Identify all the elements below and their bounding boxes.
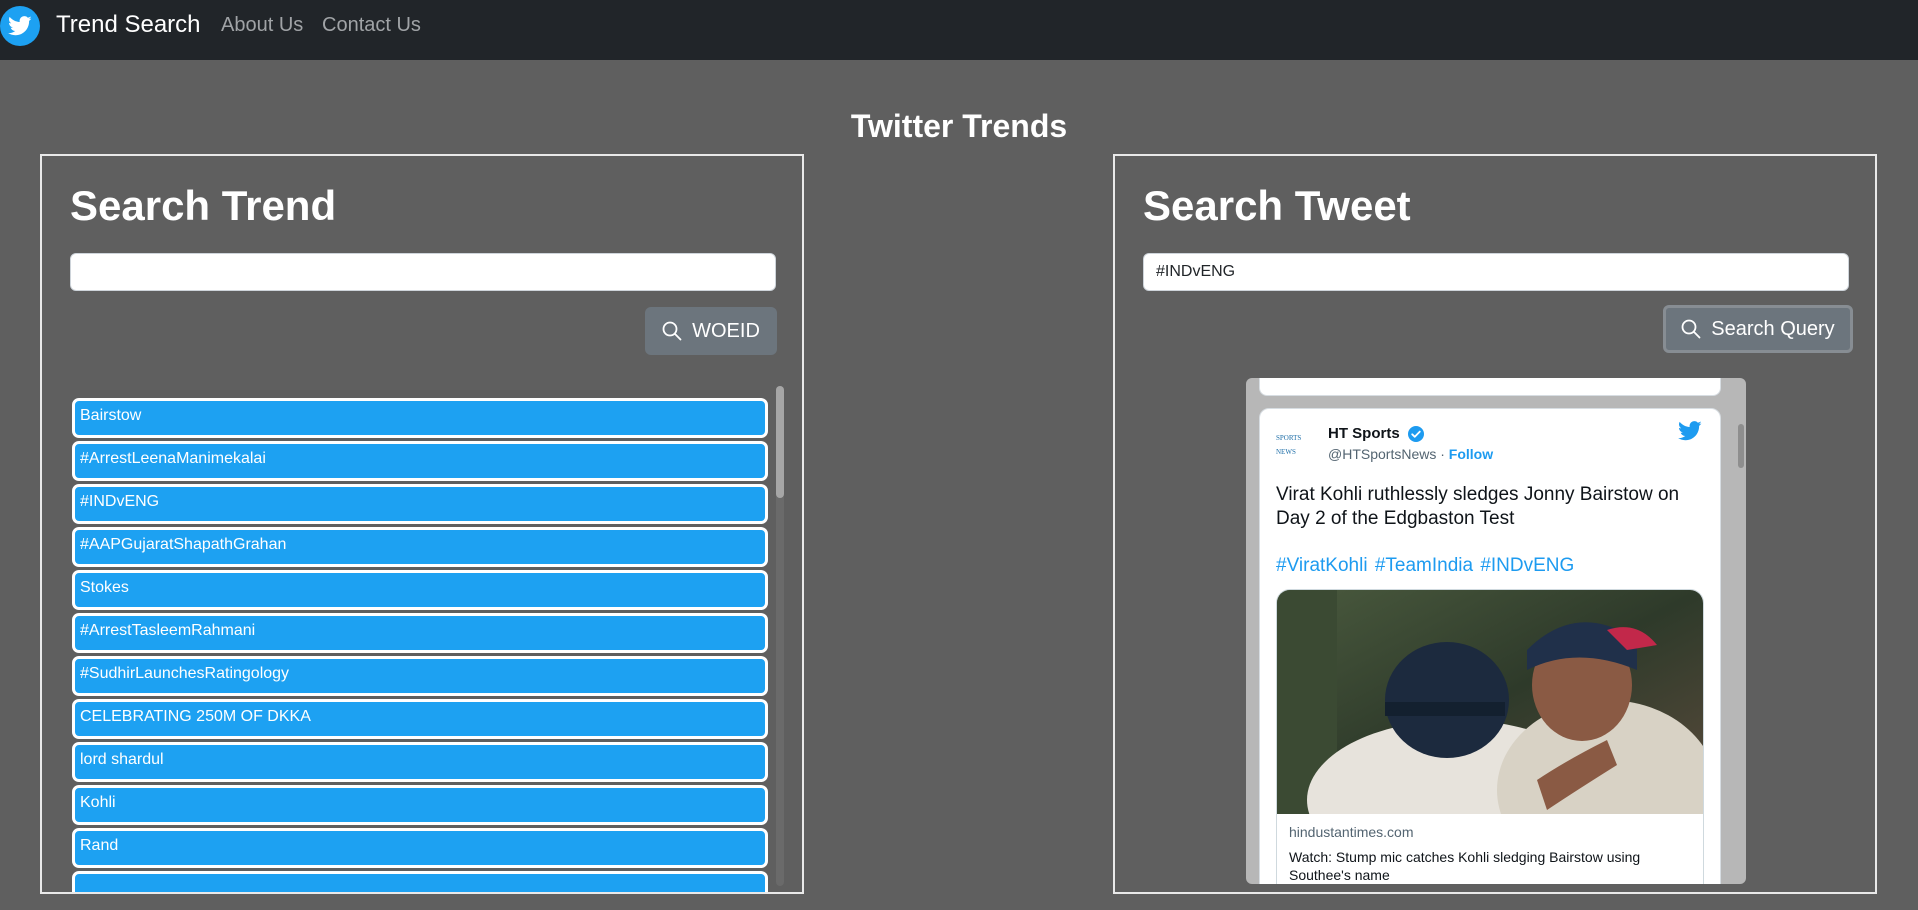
link-domain: hindustantimes.com [1289, 824, 1414, 840]
tweet-text: Virat Kohli ruthlessly sledges Jonny Bai… [1276, 484, 1680, 529]
trend-item[interactable]: Stokes [72, 570, 768, 610]
trend-item[interactable]: #ArrestTasleemRahmani [72, 613, 768, 653]
woeid-button-label: WOEID [692, 319, 760, 342]
author-handle-row: @HTSportsNews · Follow [1328, 446, 1493, 462]
trend-item[interactable]: #SudhirLaunchesRatingology [72, 656, 768, 696]
nav-link-about[interactable]: About Us [221, 14, 303, 37]
handle-separator: · [1440, 446, 1445, 462]
link-preview-image [1277, 590, 1703, 814]
tweet-embed-frame[interactable]: SPORTS NEWS HT Sports @HTSportsNews · Fo… [1246, 378, 1746, 884]
trend-item[interactable]: Bairstow [72, 398, 768, 438]
previous-tweet-card[interactable] [1259, 378, 1721, 396]
trend-list: Bairstow #ArrestLeenaManimekalai #INDvEN… [72, 398, 768, 892]
tweet-hashtags[interactable]: #ViratKohli #TeamIndia #INDvENG [1276, 555, 1574, 577]
author-handle[interactable]: @HTSportsNews [1328, 446, 1436, 462]
trend-item[interactable]: #ArrestLeenaManimekalai [72, 441, 768, 481]
link-title: Watch: Stump mic catches Kohli sledging … [1289, 849, 1641, 883]
author-name[interactable]: HT Sports [1328, 425, 1400, 442]
search-icon [1681, 319, 1701, 339]
search-query-button-label: Search Query [1711, 317, 1835, 340]
navbar: Trend Search About Us Contact Us [0, 0, 1918, 60]
trend-item[interactable]: #AAPGujaratShapathGrahan [72, 527, 768, 567]
woeid-search-button[interactable]: WOEID [645, 307, 777, 355]
brand-title[interactable]: Trend Search [56, 11, 201, 39]
verified-badge-icon [1407, 425, 1425, 448]
woeid-input[interactable] [70, 253, 776, 291]
trend-item[interactable]: CELEBRATING 250M OF DKKA [72, 699, 768, 739]
follow-link[interactable]: Follow [1449, 446, 1493, 462]
search-trend-panel: Search Trend WOEID Bairstow #ArrestLeena… [40, 154, 804, 894]
trend-item[interactable]: lord shardul [72, 742, 768, 782]
trend-list-scrollbar[interactable] [776, 386, 784, 886]
search-query-button[interactable]: Search Query [1663, 305, 1853, 353]
trend-item[interactable]: Rand [72, 828, 768, 868]
page-title: Twitter Trends [850, 108, 1068, 144]
author-avatar[interactable]: SPORTS NEWS [1276, 431, 1320, 456]
link-preview-card[interactable]: hindustantimes.com Watch: Stump mic catc… [1276, 589, 1704, 884]
search-tweet-heading: Search Tweet [1143, 182, 1411, 229]
search-tweet-panel: Search Tweet Search Query SPORTS NEWS HT… [1113, 154, 1877, 894]
query-input[interactable] [1143, 253, 1849, 291]
tweet-card[interactable]: SPORTS NEWS HT Sports @HTSportsNews · Fo… [1259, 408, 1721, 884]
tweet-frame-scroll-thumb[interactable] [1738, 424, 1744, 468]
trend-item[interactable] [72, 871, 768, 892]
trend-list-scroll-thumb[interactable] [776, 386, 784, 498]
trend-item[interactable]: #INDvENG [72, 484, 768, 524]
trend-item[interactable]: Kohli [72, 785, 768, 825]
search-trend-heading: Search Trend [70, 182, 337, 229]
twitter-bird-icon[interactable] [0, 6, 40, 46]
twitter-bird-icon[interactable] [1678, 421, 1702, 446]
nav-link-contact[interactable]: Contact Us [322, 14, 421, 37]
search-icon [662, 321, 682, 341]
